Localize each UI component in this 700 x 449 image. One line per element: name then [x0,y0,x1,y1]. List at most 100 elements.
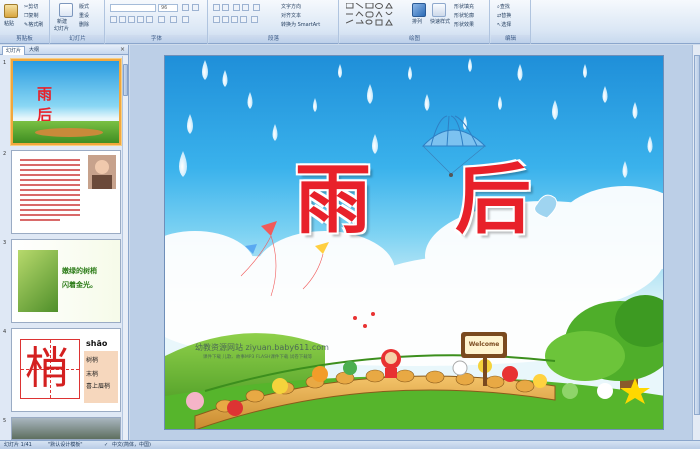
font-color-icon[interactable] [182,16,189,23]
drawing-label: 绘图 [340,35,489,43]
slide-scene [165,58,663,429]
thumb-3-text-2: 闪着金光。 [62,281,97,289]
align-left-icon[interactable] [213,16,220,23]
drawing-group: 排列 快速样式 形状填充 形状轮廓 形状效果 绘图 [340,0,490,44]
shrink-font-icon[interactable] [192,4,199,11]
ribbon: 粘贴 ✂剪切 ❐复制 ✎格式刷 剪贴板 新建 幻灯片 版式 重设 删除 幻灯片 … [0,0,700,44]
change-case-icon[interactable] [170,16,177,23]
paste-button[interactable]: 粘贴 [4,20,14,27]
replace-button[interactable]: ⇄替换 [497,12,511,19]
grow-font-icon[interactable] [182,4,189,11]
align-right-icon[interactable] [231,16,238,23]
main-slide[interactable]: 雨 后 Welcome 幼教资源网站 ziyuan.baby611.com 课件… [164,55,664,430]
quick-styles-icon[interactable] [432,3,446,17]
text-direction-button[interactable]: 文字方向 [281,3,301,10]
editing-label: 编辑 [491,35,530,43]
justify-icon[interactable] [240,16,247,23]
tab-outline[interactable]: 大纲 [26,46,42,55]
thumb-4-tian-grid: 梢 [20,339,80,399]
close-icon[interactable]: × [120,46,125,53]
slide-thumb-3[interactable]: 嫩绿的树梢 闪着金光。 [11,239,121,323]
decrease-indent-icon[interactable] [233,4,240,11]
smartart-button[interactable]: 转换为 SmartArt [281,21,320,28]
slides-label: 幻灯片 [51,35,104,43]
thumb-4-pinyin: shāo [86,339,108,348]
slides-group: 新建 幻灯片 版式 重设 删除 幻灯片 [51,0,105,44]
slide-number: 5 [3,418,7,424]
thumb-4-word-3: 喜上眉梢 [86,383,111,390]
thumb-4-word-1: 树梢 [86,357,99,364]
editor-scroll-thumb[interactable] [694,55,700,415]
slide-number: 4 [3,329,7,335]
font-size-field[interactable]: 96 [158,4,178,12]
align-center-icon[interactable] [222,16,229,23]
font-group: 96 字体 [106,0,208,44]
status-language-icon: ✓ [104,442,109,448]
panel-scrollbar[interactable] [122,56,128,440]
align-text-button[interactable]: 对齐文本 [281,12,301,19]
font-label: 字体 [106,35,207,43]
thumb-3-text-1: 嫩绿的树梢 [62,267,97,275]
status-slide-position: 幻灯片 1/41 [4,442,32,448]
watermark-main: 幼教资源网站 ziyuan.baby611.com [195,343,329,352]
paragraph-label: 段落 [209,35,338,43]
clipboard-label: 剪贴板 [0,35,49,43]
slide-thumb-4[interactable]: 梢 shāo 树梢 末梢 喜上眉梢 [11,328,121,412]
paragraph-group: 文字方向 对齐文本 转换为 SmartArt 段落 [209,0,339,44]
tab-slides[interactable]: 幻灯片 [2,46,26,55]
line-spacing-icon[interactable] [253,4,260,11]
layout-button[interactable]: 版式 [79,3,89,10]
slide-thumb-2[interactable] [11,150,121,234]
font-name-field[interactable] [110,4,156,12]
thumb-title: 雨 后 [37,85,75,124]
char-spacing-icon[interactable] [158,16,165,23]
status-language[interactable]: 中文(简体，中国) [112,441,151,449]
delete-button[interactable]: 删除 [79,21,89,28]
panel-scroll-thumb[interactable] [123,64,128,96]
raindrops [179,58,653,178]
format-painter-button[interactable]: ✎格式刷 [24,21,43,28]
slide-thumb-1[interactable]: 雨 后 [11,59,121,145]
slide-number: 3 [3,240,7,246]
underline-icon[interactable] [128,16,135,23]
shape-fill-button[interactable]: 形状填充 [454,3,474,10]
slide-title-char-1[interactable]: 雨 [295,160,371,240]
cut-button[interactable]: ✂剪切 [24,3,38,10]
thumb-4-word-2: 末梢 [86,371,99,378]
numbering-icon[interactable] [222,4,229,11]
select-button[interactable]: ↖选择 [497,21,511,28]
find-button[interactable]: ⌕查找 [497,3,510,10]
slide-panel: 幻灯片 大纲 × 1 雨 后 2 3 嫩绿的树梢 闪着金光。 4 梢 shāo … [0,45,129,440]
status-theme: "默认设计模板" [48,442,83,448]
reset-button[interactable]: 重设 [79,12,89,19]
shadow-icon[interactable] [146,16,153,23]
slide-number: 1 [3,60,7,66]
bullets-icon[interactable] [213,4,220,11]
thumb-3-leaf-photo [18,250,58,312]
strikethrough-icon[interactable] [137,16,144,23]
arrange-icon[interactable] [412,3,426,17]
columns-icon[interactable] [251,16,258,23]
status-bar: 幻灯片 1/41 "默认设计模板" ✓ 中文(简体，中国) [0,440,700,449]
increase-indent-icon[interactable] [242,4,249,11]
shapes-gallery-icon[interactable] [346,3,406,29]
italic-icon[interactable] [119,16,126,23]
slide-thumb-5[interactable] [11,417,121,440]
shape-outline-button[interactable]: 形状轮廓 [454,12,474,19]
new-slide-button[interactable]: 新建 [57,18,67,25]
arrange-button[interactable]: 排列 [412,18,422,25]
editing-group: ⌕查找 ⇄替换 ↖选择 编辑 [491,0,531,44]
thumb-4-character: 梢 [25,343,69,394]
paste-icon[interactable] [4,4,18,18]
new-slide-icon[interactable] [59,3,73,17]
slide-title-char-2[interactable]: 后 [455,160,531,240]
shape-effects-button[interactable]: 形状效果 [454,21,474,28]
bold-icon[interactable] [110,16,117,23]
quick-styles-button[interactable]: 快速样式 [430,18,450,25]
welcome-sign-text: Welcome [468,341,500,348]
copy-button[interactable]: ❐复制 [24,12,39,19]
editor-scrollbar[interactable] [692,45,700,440]
watermark-sub: 课件下载 儿歌、故事MP3 FLASH课件下载 试卷下载等 [203,355,313,360]
clipboard-group: 粘贴 ✂剪切 ❐复制 ✎格式刷 剪贴板 [0,0,50,44]
thumb-2-text-block [20,155,116,221]
